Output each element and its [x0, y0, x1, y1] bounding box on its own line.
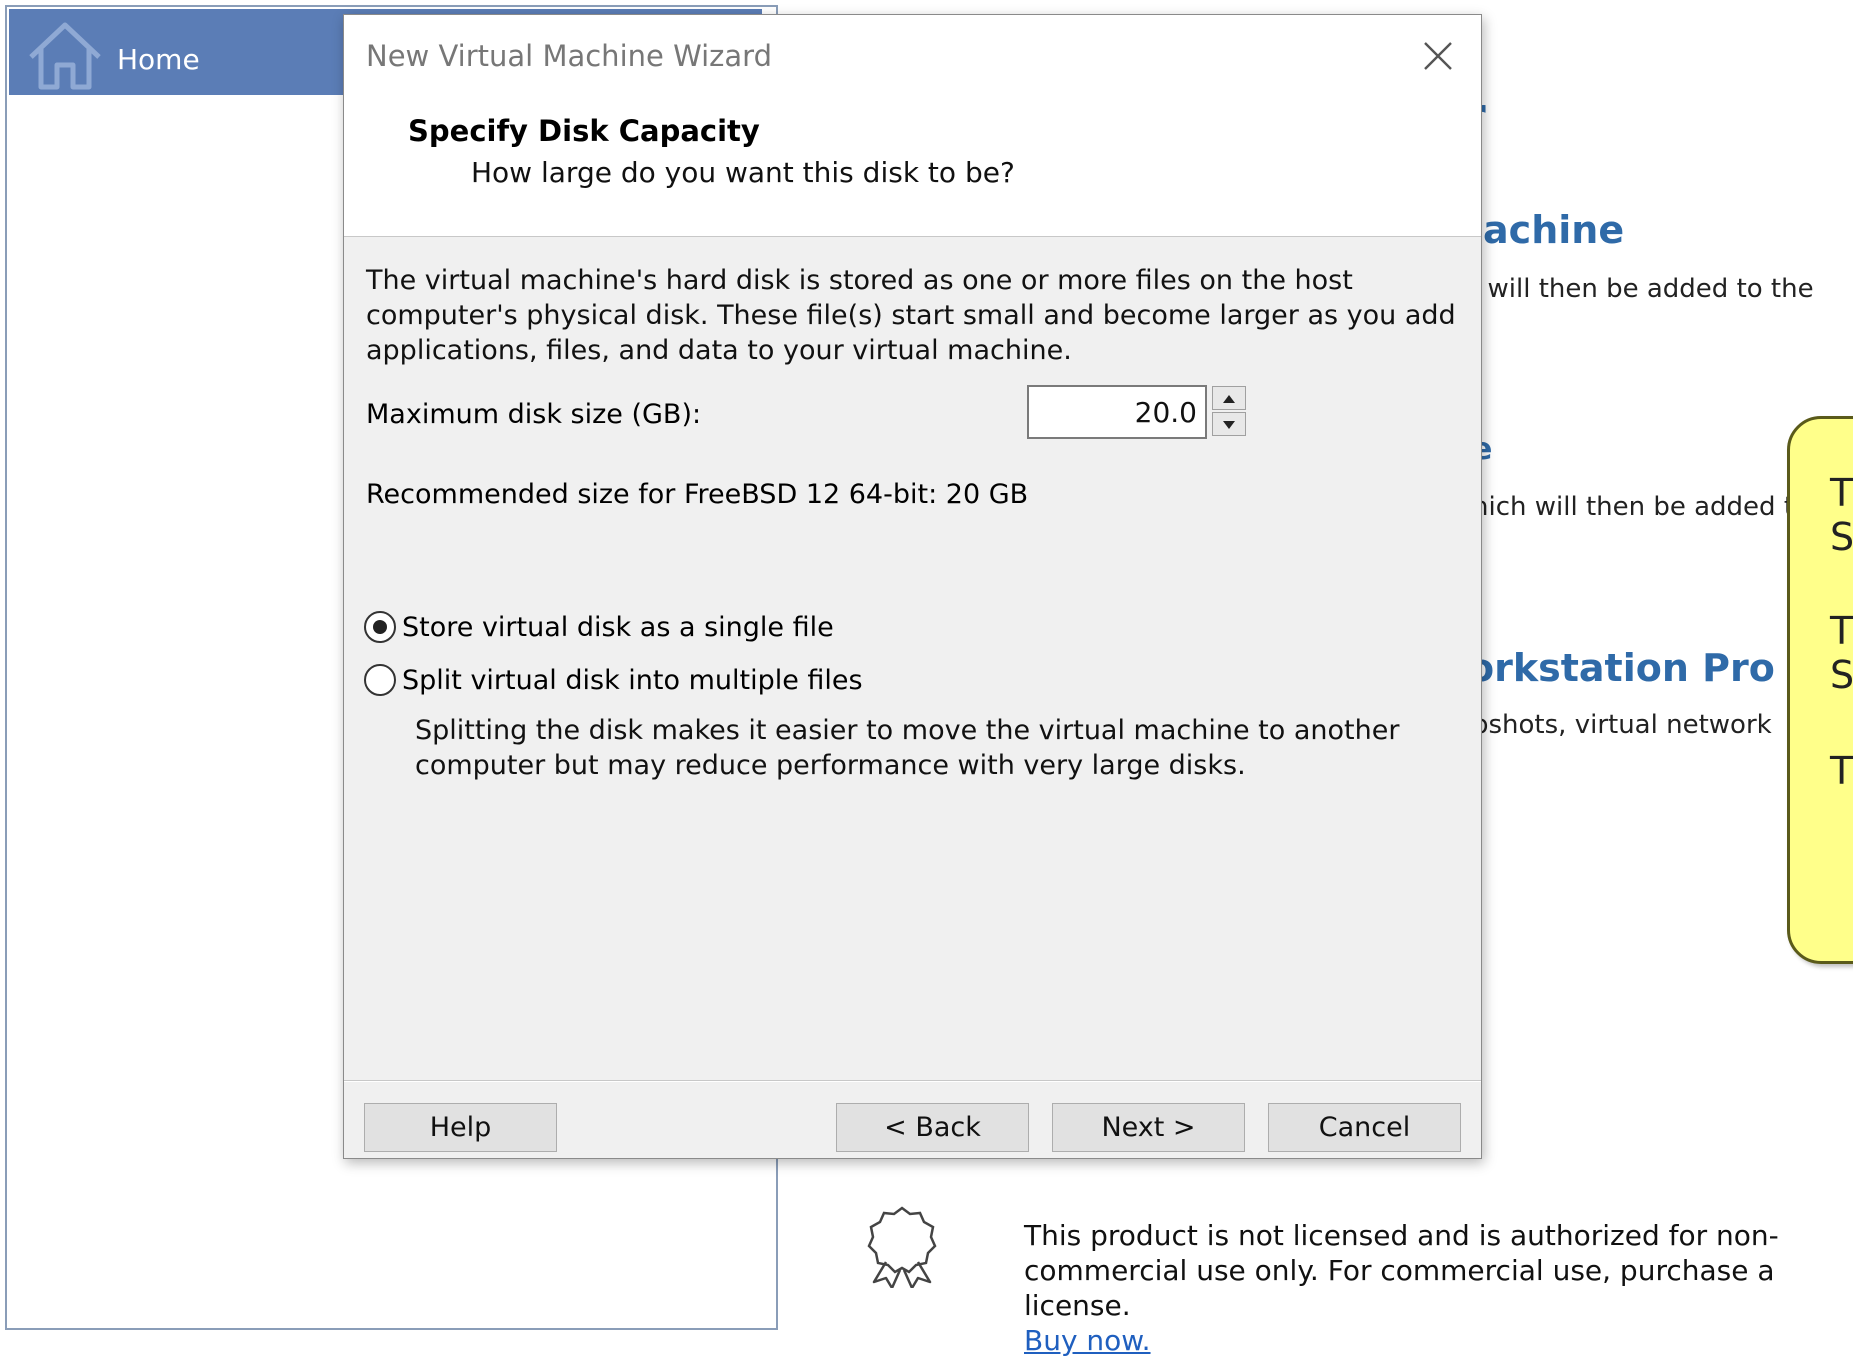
split-disk-note: Splitting the disk makes it easier to mo… [415, 715, 1400, 781]
callout-text: T [1830, 609, 1853, 653]
disk-description: The virtual machine's hard disk is store… [366, 265, 1456, 366]
cancel-button[interactable]: Cancel [1268, 1103, 1461, 1152]
footer-divider [344, 1080, 1481, 1082]
spin-up-button[interactable] [1212, 386, 1246, 410]
split-files-option[interactable]: Split virtual disk into multiple files [364, 664, 863, 696]
step-subtitle: How large do you want this disk to be? [471, 156, 1015, 189]
callout-text: T [1830, 749, 1853, 793]
callout-text: S [1830, 515, 1853, 559]
next-button[interactable]: Next > [1052, 1103, 1245, 1152]
recommended-size-text: Recommended size for FreeBSD 12 64-bit: … [366, 479, 1029, 510]
disk-size-stepper [1212, 386, 1248, 438]
buy-now-link[interactable]: Buy now. [1024, 1323, 1824, 1358]
new-vm-wizard-dialog: New Virtual Machine Wizard Specify Disk … [343, 14, 1482, 1159]
home-tab-label: Home [117, 43, 200, 76]
license-line-1: This product is not licensed and is auth… [1024, 1219, 1779, 1252]
callout-text: S [1830, 653, 1853, 697]
dialog-header: New Virtual Machine Wizard Specify Disk … [344, 15, 1481, 237]
upgrade-heading-fragment[interactable]: orkstation Pro [1468, 646, 1775, 690]
spin-down-icon [1222, 415, 1236, 434]
single-file-label: Store virtual disk as a single file [402, 611, 834, 643]
back-button[interactable]: < Back [836, 1103, 1029, 1152]
ribbon-award-icon [862, 1204, 942, 1290]
split-files-label: Split virtual disk into multiple files [402, 664, 863, 696]
create-vm-desc-fragment: ı will then be added to the [1472, 274, 1814, 304]
home-icon [25, 19, 105, 93]
open-vm-desc-fragment: hich will then be added t [1472, 492, 1795, 522]
info-callout: T S T S T [1787, 416, 1853, 964]
license-notice: This product is not licensed and is auth… [1024, 1218, 1824, 1358]
license-line-2: commercial use only. For commercial use,… [1024, 1254, 1775, 1322]
close-button[interactable] [1414, 35, 1462, 81]
upgrade-desc-fragment: pshots, virtual network [1472, 710, 1772, 740]
split-files-radio[interactable] [364, 664, 396, 696]
single-file-radio[interactable] [364, 611, 396, 643]
max-disk-size-input[interactable] [1027, 385, 1207, 439]
step-title: Specify Disk Capacity [408, 114, 760, 148]
close-icon [1423, 41, 1453, 75]
single-file-option[interactable]: Store virtual disk as a single file [364, 611, 834, 643]
dialog-title: New Virtual Machine Wizard [366, 39, 772, 73]
create-vm-heading-fragment[interactable]: lachine [1470, 208, 1624, 252]
help-button[interactable]: Help [364, 1103, 557, 1152]
spin-down-button[interactable] [1212, 412, 1246, 436]
callout-text: T [1830, 471, 1853, 515]
spin-up-icon [1222, 389, 1236, 408]
max-disk-size-label: Maximum disk size (GB): [366, 399, 702, 430]
